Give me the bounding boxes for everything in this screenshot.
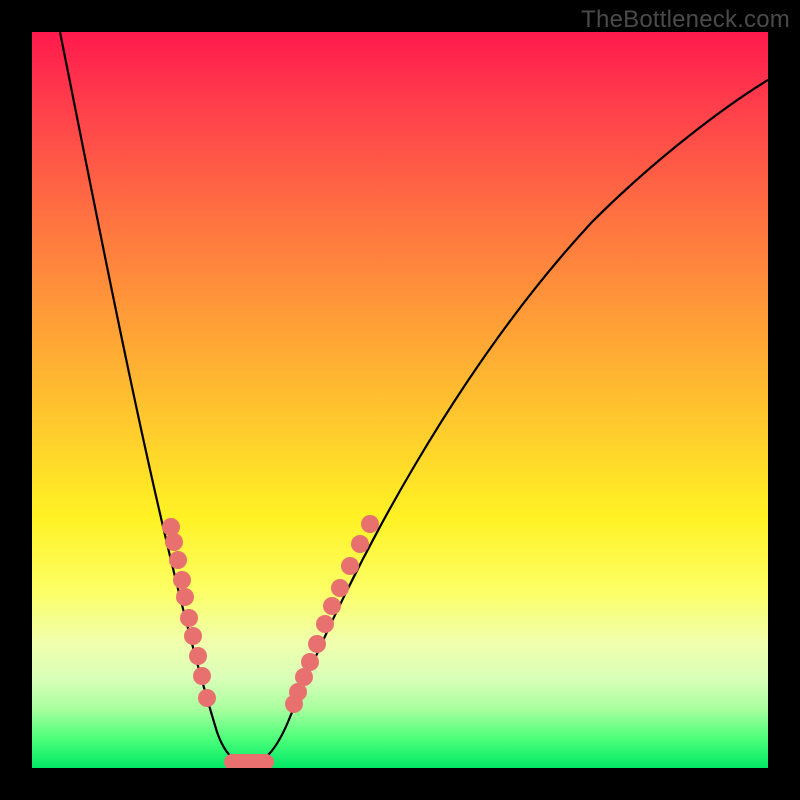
bottleneck-chart — [32, 32, 768, 768]
data-dot — [301, 653, 319, 671]
data-dot — [184, 627, 202, 645]
chart-frame — [32, 32, 768, 768]
data-dot — [331, 579, 349, 597]
data-dot — [308, 635, 326, 653]
data-dot — [169, 551, 187, 569]
data-dot — [198, 689, 216, 707]
data-dot — [176, 588, 194, 606]
bottleneck-curve-path — [60, 32, 768, 764]
data-dot — [180, 609, 198, 627]
data-dot — [189, 647, 207, 665]
data-dot — [173, 571, 191, 589]
watermark-text: TheBottleneck.com — [581, 6, 790, 34]
data-dot — [316, 615, 334, 633]
data-dot — [341, 557, 359, 575]
data-dot — [165, 533, 183, 551]
data-dot — [162, 518, 180, 536]
data-dot — [323, 597, 341, 615]
data-dot — [351, 535, 369, 553]
data-dot — [361, 515, 379, 533]
data-dot — [193, 667, 211, 685]
valley-bar — [224, 754, 274, 768]
